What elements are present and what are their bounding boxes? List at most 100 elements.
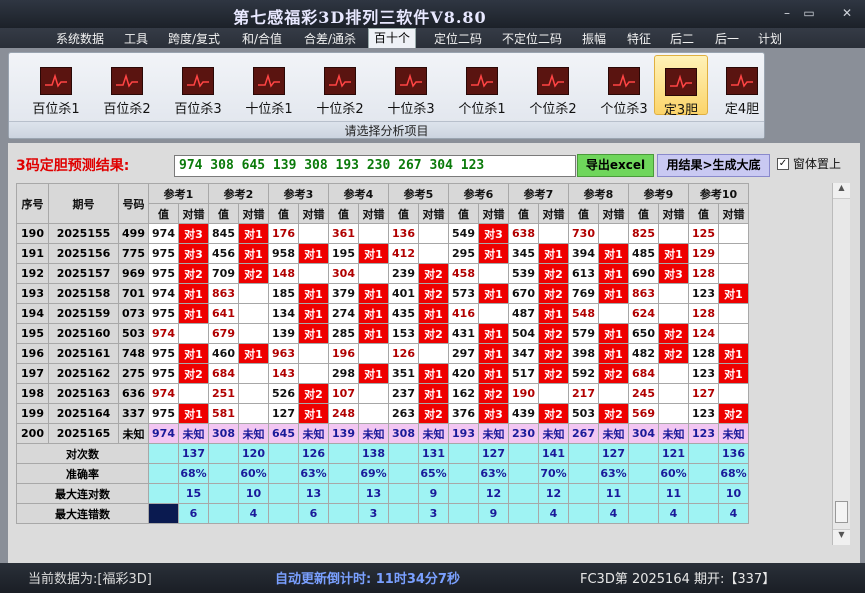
ref-value-cell: 298 xyxy=(328,363,359,384)
number-cell: 073 xyxy=(118,303,149,324)
stats-spacer xyxy=(628,483,659,504)
ref-check-cell xyxy=(418,243,449,264)
predict-value-cell: 193 xyxy=(448,423,479,444)
ref-value-cell: 274 xyxy=(328,303,359,324)
ref-check-cell: 对2 xyxy=(718,403,749,424)
predict-check-cell: 未知 xyxy=(658,423,689,444)
ref-value-cell: 485 xyxy=(628,243,659,264)
ref-check-cell: 对1 xyxy=(538,243,569,264)
status-countdown: 自动更新倒计时: 11时34分7秒 xyxy=(275,572,460,587)
ref-value-cell: 975 xyxy=(148,403,179,424)
predict-check-cell: 未知 xyxy=(538,423,569,444)
issue-cell: 2025155 xyxy=(48,223,119,244)
export-excel-button[interactable]: 导出excel xyxy=(577,154,654,177)
tool-item-8[interactable]: 个位杀3 xyxy=(591,63,657,117)
tool-item-2[interactable]: 百位杀3 xyxy=(165,63,231,117)
menu-item-9[interactable]: 特征 xyxy=(627,30,651,47)
tool-item-label: 十位杀3 xyxy=(387,102,435,117)
ref-check-cell xyxy=(478,263,509,284)
ref-value-cell: 136 xyxy=(388,223,419,244)
predict-value-cell: 123 xyxy=(688,423,719,444)
seq-cell: 195 xyxy=(16,323,49,344)
stats-spacer xyxy=(628,503,659,524)
ref-check-cell: 对2 xyxy=(418,323,449,344)
menu-item-1[interactable]: 工具 xyxy=(124,30,148,47)
predict-check-cell: 未知 xyxy=(358,423,389,444)
ref-check-cell xyxy=(718,263,749,284)
tool-item-10[interactable]: 定4胆 xyxy=(715,63,769,117)
stats-spacer xyxy=(208,443,239,464)
result-value[interactable]: 974 308 645 139 308 193 230 267 304 123 xyxy=(174,155,576,177)
ref-value-cell: 526 xyxy=(268,383,299,404)
stats-spacer xyxy=(448,483,479,504)
ref-value-cell: 549 xyxy=(448,223,479,244)
ref-check-cell: 对1 xyxy=(598,243,629,264)
tool-item-4[interactable]: 十位杀2 xyxy=(307,63,373,117)
tool-item-9[interactable]: 定3胆 xyxy=(654,55,708,118)
vertical-scrollbar[interactable]: ▲ ▼ xyxy=(832,183,850,545)
menu-item-4[interactable]: 合差/通杀 xyxy=(304,30,356,47)
tool-item-6[interactable]: 个位杀1 xyxy=(449,63,515,117)
seq-cell: 193 xyxy=(16,283,49,304)
number-cell: 275 xyxy=(118,363,149,384)
generate-base-button[interactable]: 用结果>生成大底 xyxy=(657,154,770,177)
tool-item-7[interactable]: 个位杀2 xyxy=(520,63,586,117)
menu-item-7[interactable]: 不定位二码 xyxy=(502,30,562,47)
menu-item-3[interactable]: 和/合值 xyxy=(242,30,282,47)
ref-check-cell xyxy=(598,303,629,324)
stats-spacer xyxy=(448,463,479,484)
ref-value-cell: 416 xyxy=(448,303,479,324)
chart-icon xyxy=(182,67,214,95)
ref-value-cell: 304 xyxy=(328,263,359,284)
stats-value: 63% xyxy=(598,463,629,484)
scroll-up-icon[interactable]: ▲ xyxy=(833,183,850,199)
menu-bar: 系统数据 工具 跨度/复式 和/合值 合差/通杀 百十个 定位二码 不定位二码 振幅 特征 后二 后一… xyxy=(0,28,865,48)
window-ontop-label: 窗体置上 xyxy=(793,157,842,171)
window-ontop-checkbox[interactable]: ✓ 窗体置上 xyxy=(777,155,841,172)
menu-item-8[interactable]: 振幅 xyxy=(582,30,606,47)
sub-header-value: 值 xyxy=(148,203,179,224)
tool-item-1[interactable]: 百位杀2 xyxy=(94,63,160,117)
checkbox-icon[interactable]: ✓ xyxy=(777,157,789,170)
ref-header-9: 参考9 xyxy=(628,183,689,204)
stats-spacer xyxy=(388,463,419,484)
ref-value-cell: 963 xyxy=(268,343,299,364)
ref-value-cell: 176 xyxy=(268,223,299,244)
issue-cell: 2025159 xyxy=(48,303,119,324)
menu-item-11[interactable]: 后一 xyxy=(715,30,739,47)
tool-item-5[interactable]: 十位杀3 xyxy=(378,63,444,117)
stats-value: 127 xyxy=(598,443,629,464)
ref-check-cell: 对2 xyxy=(658,343,689,364)
stats-value: 12 xyxy=(538,483,569,504)
ref-value-cell: 975 xyxy=(148,263,179,284)
ref-value-cell: 124 xyxy=(688,323,719,344)
scroll-thumb[interactable] xyxy=(835,501,848,523)
sub-header-check: 对错 xyxy=(718,203,749,224)
maximize-button[interactable]: ▭ xyxy=(800,6,818,20)
stats-value: 10 xyxy=(238,483,269,504)
menu-item-12[interactable]: 计划 xyxy=(758,30,782,47)
minimize-button[interactable]: – xyxy=(778,6,796,20)
seq-cell: 197 xyxy=(16,363,49,384)
ref-value-cell: 975 xyxy=(148,303,179,324)
tool-item-3[interactable]: 十位杀1 xyxy=(236,63,302,117)
stats-spacer xyxy=(388,483,419,504)
ref-value-cell: 139 xyxy=(268,323,299,344)
menu-item-0[interactable]: 系统数据 xyxy=(56,30,104,47)
stats-spacer xyxy=(688,483,719,504)
stats-spacer xyxy=(208,503,239,524)
menu-item-5[interactable]: 百十个 xyxy=(368,28,417,48)
close-button[interactable]: ✕ xyxy=(838,6,856,20)
stats-value: 137 xyxy=(178,443,209,464)
menu-item-10[interactable]: 后二 xyxy=(670,30,694,47)
ref-check-cell: 对1 xyxy=(178,403,209,424)
tool-item-0[interactable]: 百位杀1 xyxy=(23,63,89,117)
menu-item-2[interactable]: 跨度/复式 xyxy=(168,30,220,47)
scroll-down-icon[interactable]: ▼ xyxy=(833,529,850,545)
ref-check-cell xyxy=(358,383,389,404)
ref-value-cell: 730 xyxy=(568,223,599,244)
menu-item-6[interactable]: 定位二码 xyxy=(434,30,482,47)
stats-spacer xyxy=(328,483,359,504)
sub-header-check: 对错 xyxy=(358,203,389,224)
ref-value-cell: 126 xyxy=(388,343,419,364)
